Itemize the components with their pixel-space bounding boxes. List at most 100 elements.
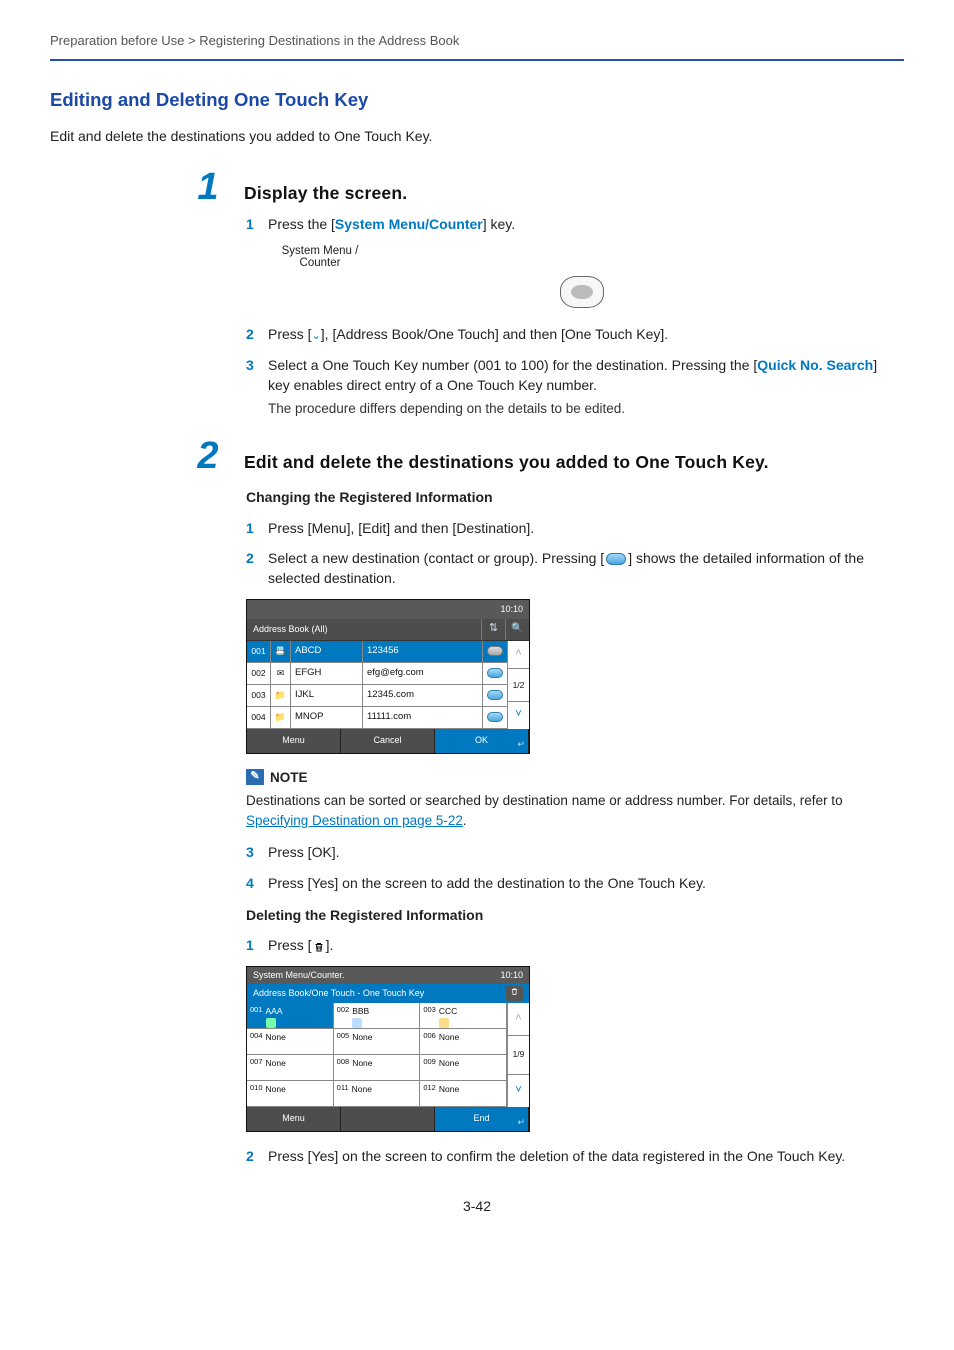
- contact-icon: [266, 1018, 276, 1028]
- row-info-button[interactable]: [483, 707, 507, 728]
- substep-num: 3: [246, 842, 258, 862]
- text: Press the [: [268, 216, 335, 232]
- substep-num: 2: [246, 1146, 258, 1166]
- one-touch-cell[interactable]: 007None: [247, 1055, 334, 1081]
- one-touch-cell[interactable]: 004None: [247, 1029, 334, 1055]
- substep-num: 1: [246, 935, 258, 955]
- breadcrumb: Preparation before Use > Registering Des…: [50, 32, 904, 59]
- scroll-down-button[interactable]: ˅: [508, 702, 529, 729]
- substep-body: Press the [System Menu/Counter] key.: [268, 214, 894, 234]
- cancel-button[interactable]: Cancel: [341, 729, 435, 753]
- ok-button[interactable]: OK↵: [435, 729, 529, 753]
- scroll-up-button[interactable]: ˄: [508, 641, 529, 669]
- sort-icon: ⇅: [489, 621, 498, 637]
- info-pill-icon: [487, 690, 503, 700]
- chevron-up-icon: ˄: [515, 646, 521, 662]
- clock-label: 10:10: [500, 603, 523, 616]
- step-title-1: Display the screen.: [244, 181, 894, 206]
- scroll-up-button[interactable]: ˄: [508, 1003, 529, 1036]
- system-menu-button[interactable]: [560, 276, 604, 308]
- search-icon: 🔍: [511, 622, 523, 637]
- info-pill-icon: [487, 646, 503, 656]
- substep-body: Press [OK].: [268, 842, 894, 862]
- one-touch-cell[interactable]: 009None: [420, 1055, 507, 1081]
- label-line: System Menu /: [282, 245, 359, 257]
- cell-index: 010: [250, 1083, 263, 1094]
- address-book-row[interactable]: 002✉EFGHefg@efg.com: [247, 663, 507, 685]
- sort-button[interactable]: ⇅: [481, 619, 505, 640]
- delete-button[interactable]: [506, 986, 523, 1001]
- label-line: Counter: [300, 257, 341, 269]
- cell-index: 001: [250, 1005, 263, 1016]
- address-book-row[interactable]: 001📇ABCD123456: [247, 641, 507, 663]
- text: Press [: [268, 326, 312, 342]
- one-touch-cell[interactable]: 001AAA: [247, 1003, 334, 1029]
- page-counter: 1/2: [508, 669, 529, 702]
- step-number-1: 1: [190, 168, 226, 206]
- screen-title: Address Book/One Touch - One Touch Key: [253, 987, 424, 1000]
- row-index: 004: [247, 707, 271, 728]
- folder-icon: [439, 1018, 449, 1028]
- system-menu-counter-key: System Menu/Counter: [335, 216, 483, 232]
- menu-button[interactable]: Menu: [247, 729, 341, 753]
- specifying-destination-link[interactable]: Specifying Destination on page 5-22: [246, 813, 463, 828]
- cell-label: BBB: [352, 1005, 369, 1017]
- step-number-2: 2: [190, 437, 226, 475]
- cell-index: 006: [423, 1031, 436, 1042]
- cell-index: 002: [337, 1005, 350, 1016]
- end-button[interactable]: End↵: [435, 1107, 529, 1131]
- substep-body: Press [ ].: [268, 935, 894, 955]
- row-name: MNOP: [291, 707, 363, 728]
- row-info-button[interactable]: [483, 641, 507, 662]
- cell-label: None: [352, 1083, 372, 1095]
- substep-body: Press [Yes] on the screen to add the des…: [268, 873, 894, 893]
- one-touch-cell[interactable]: 011None: [334, 1081, 421, 1107]
- substep-num: 2: [246, 324, 258, 345]
- row-info-button[interactable]: [483, 663, 507, 684]
- cell-label: None: [266, 1031, 286, 1043]
- substep-num: 4: [246, 873, 258, 893]
- substep-num: 3: [246, 355, 258, 419]
- info-pill-icon: [487, 668, 503, 678]
- row-index: 001: [247, 641, 271, 662]
- cell-label: None: [352, 1031, 372, 1043]
- text: Press [: [268, 937, 312, 953]
- breadcrumb-label: System Menu/Counter.: [253, 969, 345, 982]
- one-touch-cell[interactable]: 008None: [334, 1055, 421, 1081]
- note-label: NOTE: [270, 768, 308, 788]
- cell-label: None: [266, 1057, 286, 1069]
- cell-index: 003: [423, 1005, 436, 1016]
- menu-button[interactable]: Menu: [247, 1107, 341, 1131]
- one-touch-cell[interactable]: 005None: [334, 1029, 421, 1055]
- text: Select a One Touch Key number (001 to 10…: [268, 357, 757, 373]
- substep-body: Press [Menu], [Edit] and then [Destinati…: [268, 518, 894, 538]
- header-rule: [50, 59, 904, 61]
- one-touch-cell[interactable]: 012None: [420, 1081, 507, 1107]
- search-button[interactable]: 🔍: [505, 619, 529, 640]
- system-menu-graphic: System Menu / Counter: [270, 245, 894, 308]
- address-book-row[interactable]: 004📁MNOP11111.com: [247, 707, 507, 729]
- cell-index: 005: [337, 1031, 350, 1042]
- row-name: ABCD: [291, 641, 363, 662]
- substep-num: 1: [246, 214, 258, 234]
- row-info-button[interactable]: [483, 685, 507, 706]
- scroll-down-button[interactable]: ˅: [508, 1075, 529, 1107]
- substep-body: Press [⌄], [Address Book/One Touch] and …: [268, 324, 894, 345]
- text: ].: [326, 937, 334, 953]
- group-icon: [352, 1018, 362, 1028]
- note-box: ✎ NOTE Destinations can be sorted or sea…: [246, 768, 894, 831]
- one-touch-cell[interactable]: 006None: [420, 1029, 507, 1055]
- info-pill-icon: [487, 712, 503, 722]
- clock-label: 10:10: [500, 969, 523, 982]
- chevron-down-icon: ⌄: [312, 330, 321, 342]
- screen-title: Address Book (All): [247, 619, 481, 640]
- one-touch-cell[interactable]: 010None: [247, 1081, 334, 1107]
- one-touch-cell[interactable]: 002BBB: [334, 1003, 421, 1029]
- enter-icon: ↵: [517, 738, 525, 751]
- one-touch-cell[interactable]: 003CCC: [420, 1003, 507, 1029]
- subheading-delete: Deleting the Registered Information: [246, 905, 894, 925]
- text: Destinations can be sorted or searched b…: [246, 793, 843, 808]
- cell-index: 007: [250, 1057, 263, 1068]
- address-book-row[interactable]: 003📁IJKL12345.com: [247, 685, 507, 707]
- cell-label: None: [439, 1083, 459, 1095]
